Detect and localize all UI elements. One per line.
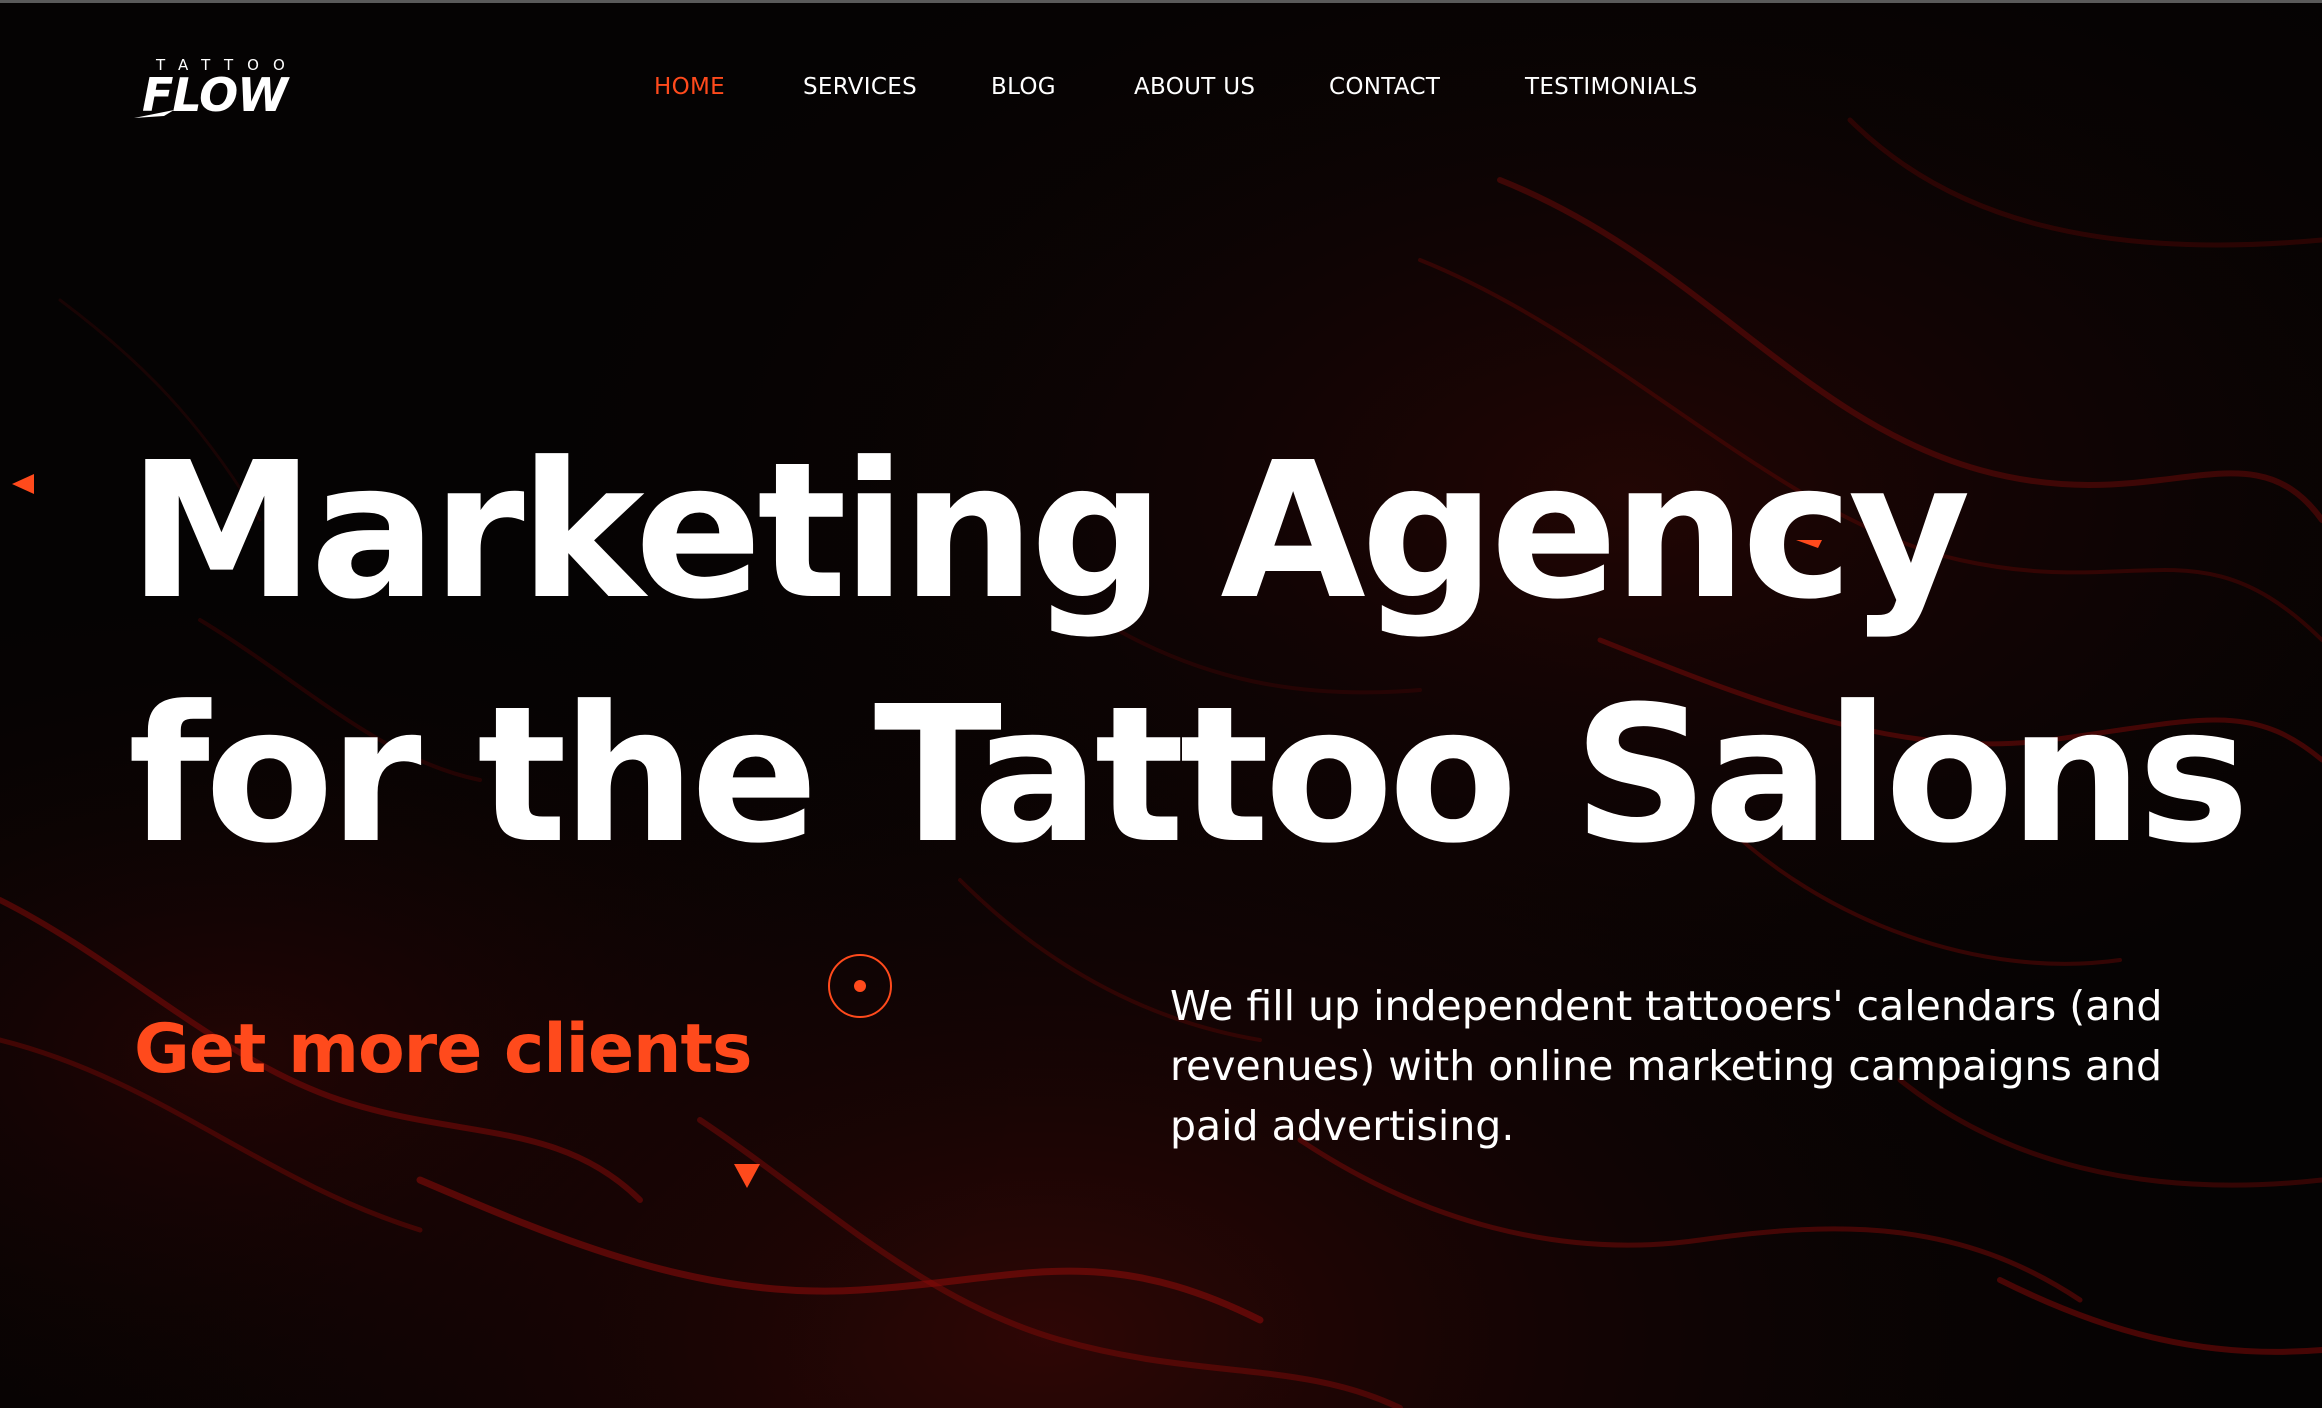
logo-swoosh-icon (134, 110, 174, 118)
circle-dot-icon (828, 954, 892, 1018)
top-border (0, 0, 2322, 3)
hero-description: We fill up independent tattooers' calend… (1170, 982, 2163, 1150)
headline-line-1: Marketing Agency (128, 422, 1971, 641)
triangle-left-icon (12, 474, 34, 494)
nav-item-testimonials[interactable]: TESTIMONIALS (1525, 74, 1698, 100)
brand-logo[interactable]: TATTOO FLOW (134, 56, 334, 126)
triangle-down-icon (734, 1164, 760, 1188)
hero-headline: Marketing Agency for the Tattoo Salons (128, 410, 2250, 898)
get-more-clients-link[interactable]: Get more clients (134, 1010, 752, 1089)
nav-item-home[interactable]: HOME (654, 74, 725, 100)
nav-item-about-us[interactable]: ABOUT US (1134, 74, 1255, 100)
nav-item-blog[interactable]: BLOG (991, 74, 1056, 100)
nav-item-contact[interactable]: CONTACT (1329, 74, 1440, 100)
nav-item-services[interactable]: SERVICES (803, 74, 917, 100)
accent-dash-icon (1796, 540, 1822, 548)
headline-line-2: for the Tattoo Salons (128, 666, 2250, 885)
